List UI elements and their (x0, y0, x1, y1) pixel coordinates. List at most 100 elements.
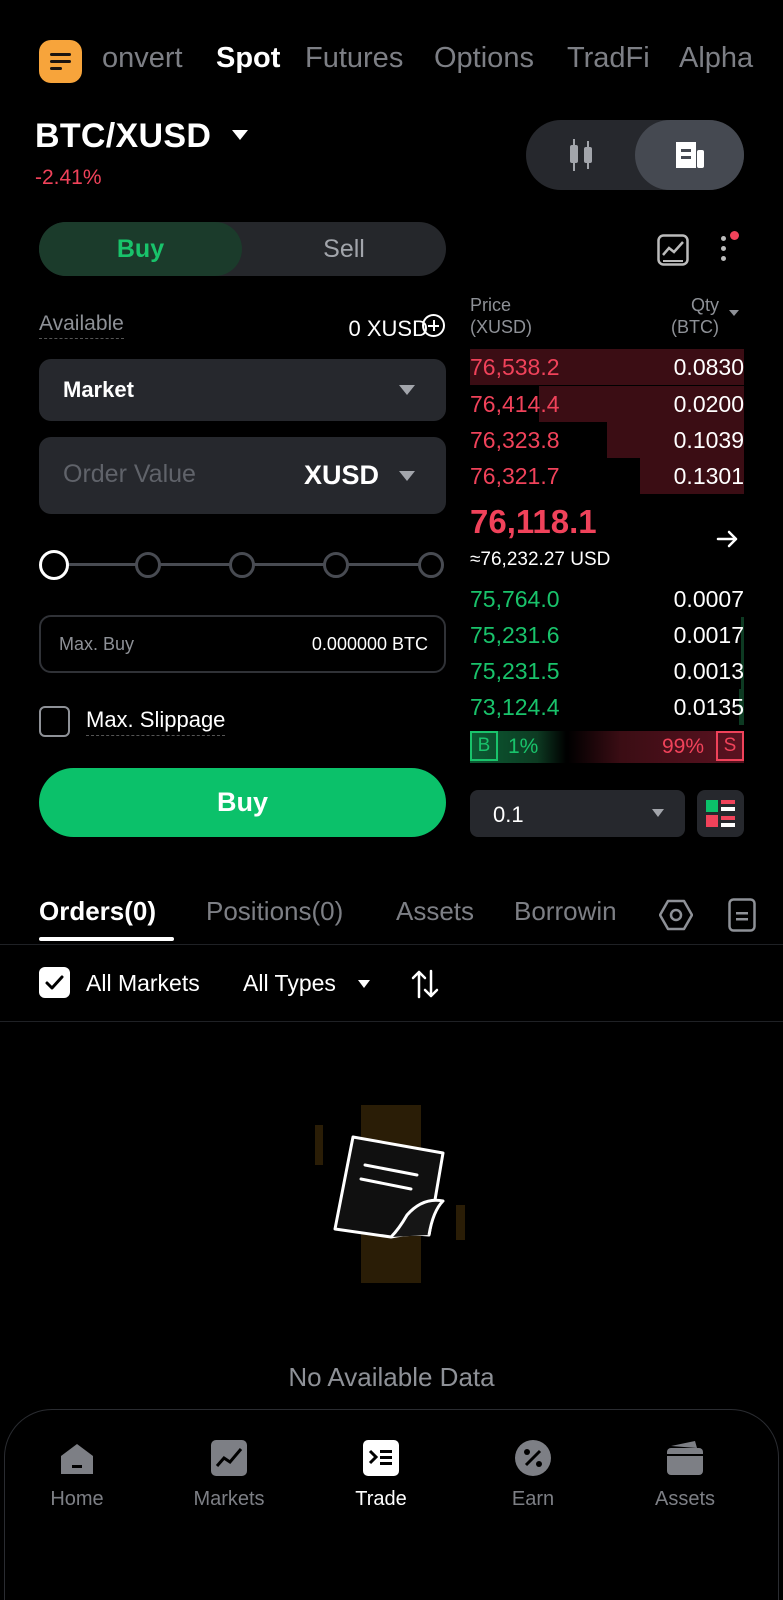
bid-price: 75,231.5 (470, 658, 560, 684)
order-type-select[interactable]: Market (39, 359, 446, 421)
view-toggle[interactable] (526, 120, 744, 190)
buy-button[interactable]: Buy (39, 768, 446, 837)
more-options-icon[interactable] (721, 231, 739, 266)
tab-convert[interactable]: onvert (102, 42, 183, 75)
hide-icon[interactable] (659, 898, 693, 932)
tab-tradfi[interactable]: TradFi (567, 42, 650, 75)
slider-step-100[interactable] (418, 552, 444, 578)
sell-ratio-badge: S (716, 731, 744, 761)
chart-icon[interactable] (657, 234, 689, 266)
top-nav: onvert Spot Futures Options TradFi Alpha (0, 30, 783, 90)
order-history-icon[interactable] (728, 898, 756, 932)
divider (0, 944, 783, 945)
bid-qty: 0.0135 (673, 694, 744, 720)
slider-step-25[interactable] (135, 552, 161, 578)
ask-row[interactable]: 76,538.2 0.0830 (470, 349, 744, 385)
nav-earn[interactable]: Earn (473, 1438, 593, 1511)
tick-size-select[interactable]: 0.1 (470, 790, 685, 837)
empty-state-illustration (315, 1105, 465, 1283)
pair-selector[interactable]: BTC/XUSD (35, 117, 211, 156)
empty-state-text: No Available Data (288, 1362, 495, 1392)
slider-step-50[interactable] (229, 552, 255, 578)
max-slippage-label[interactable]: Max. Slippage (86, 707, 226, 736)
order-value-input[interactable]: Order Value XUSD (39, 437, 446, 514)
ask-price: 76,321.7 (470, 463, 560, 489)
active-tab-indicator (39, 937, 174, 941)
chevron-down-icon (399, 471, 415, 481)
earn-icon (515, 1440, 551, 1476)
tab-orders[interactable]: Orders(0) (39, 896, 156, 927)
bid-row[interactable]: 73,124.4 0.0135 (470, 689, 744, 725)
nav-markets[interactable]: Markets (169, 1438, 289, 1511)
bid-row[interactable]: 75,231.6 0.0017 (470, 617, 744, 653)
tab-alpha[interactable]: Alpha (679, 42, 753, 75)
ask-row[interactable]: 76,414.4 0.0200 (470, 386, 744, 422)
tab-borrowing[interactable]: Borrowin (514, 896, 617, 927)
available-label: Available (39, 312, 124, 339)
ask-qty: 0.0830 (673, 354, 744, 380)
tab-spot[interactable]: Spot (216, 42, 280, 75)
trade-icon (363, 1440, 399, 1476)
arrow-right-icon[interactable] (716, 527, 740, 551)
buy-sell-ratio: B 1% 99% S (470, 731, 744, 763)
ask-qty: 0.1301 (673, 463, 744, 489)
candlestick-icon[interactable] (526, 120, 635, 190)
sell-tab[interactable]: Sell (242, 222, 446, 276)
ask-qty: 0.0200 (673, 391, 744, 417)
order-value-unit-select[interactable]: XUSD (304, 460, 379, 491)
all-markets-label[interactable]: All Markets (86, 970, 200, 997)
buy-sell-switch: Buy Sell (39, 222, 446, 276)
tab-assets[interactable]: Assets (396, 896, 474, 927)
pair-dropdown-icon[interactable] (232, 130, 248, 140)
bid-qty: 0.0013 (673, 658, 744, 684)
available-value: 0 XUSD (348, 316, 428, 341)
ask-row[interactable]: 76,323.8 0.1039 (470, 422, 744, 458)
max-slippage-checkbox[interactable] (39, 706, 70, 737)
buy-ratio-badge: B (470, 731, 498, 761)
ask-price: 76,538.2 (470, 354, 560, 380)
order-value-placeholder: Order Value (63, 460, 196, 488)
chevron-down-icon (399, 385, 415, 395)
nav-home[interactable]: Home (17, 1438, 137, 1511)
slider-knob[interactable] (39, 550, 69, 580)
orderbook-layout-icon[interactable] (697, 790, 744, 837)
qty-unit-dropdown-icon[interactable] (729, 310, 739, 316)
wallet-icon (667, 1441, 703, 1475)
bid-price: 75,231.6 (470, 622, 560, 648)
tab-futures[interactable]: Futures (305, 42, 403, 75)
bid-qty: 0.0017 (673, 622, 744, 648)
last-price-usd: ≈76,232.27 USD (470, 549, 611, 570)
nav-assets[interactable]: Assets (625, 1438, 745, 1511)
bid-row[interactable]: 75,231.5 0.0013 (470, 653, 744, 689)
chevron-down-icon[interactable] (358, 980, 370, 988)
menu-icon[interactable] (39, 40, 82, 83)
qty-header[interactable]: Qty (BTC) (671, 294, 719, 338)
bid-row[interactable]: 75,764.0 0.0007 (470, 581, 744, 617)
home-icon (61, 1444, 93, 1474)
nav-trade[interactable]: Trade (321, 1438, 441, 1511)
sort-icon[interactable] (410, 968, 440, 1000)
bid-price: 73,124.4 (470, 694, 560, 720)
max-buy-info: Max. Buy 0.000000 BTC (39, 615, 446, 673)
ask-qty: 0.1039 (673, 427, 744, 453)
ask-row[interactable]: 76,321.7 0.1301 (470, 458, 744, 494)
all-markets-checkbox[interactable] (39, 967, 70, 998)
tab-options[interactable]: Options (434, 42, 534, 75)
price-change: -2.41% (35, 166, 102, 189)
slider-step-75[interactable] (323, 552, 349, 578)
all-types-filter[interactable]: All Types (243, 970, 336, 997)
tick-size-value: 0.1 (493, 802, 524, 827)
bid-price: 75,764.0 (470, 586, 560, 612)
deposit-plus-icon[interactable] (422, 314, 445, 337)
sell-ratio-value: 99% (661, 735, 704, 758)
bottom-nav: Home Markets Trade Earn Assets (4, 1409, 779, 1600)
order-type-value: Market (63, 377, 134, 402)
orderbook-icon[interactable] (635, 120, 744, 190)
tab-positions[interactable]: Positions(0) (206, 896, 343, 927)
price-header: Price (XUSD) (470, 295, 532, 337)
buy-tab[interactable]: Buy (39, 222, 242, 276)
bid-qty: 0.0007 (673, 586, 744, 612)
chevron-down-icon (652, 809, 664, 817)
max-buy-value: 0.000000 BTC (311, 634, 428, 654)
ask-price: 76,414.4 (470, 391, 560, 417)
